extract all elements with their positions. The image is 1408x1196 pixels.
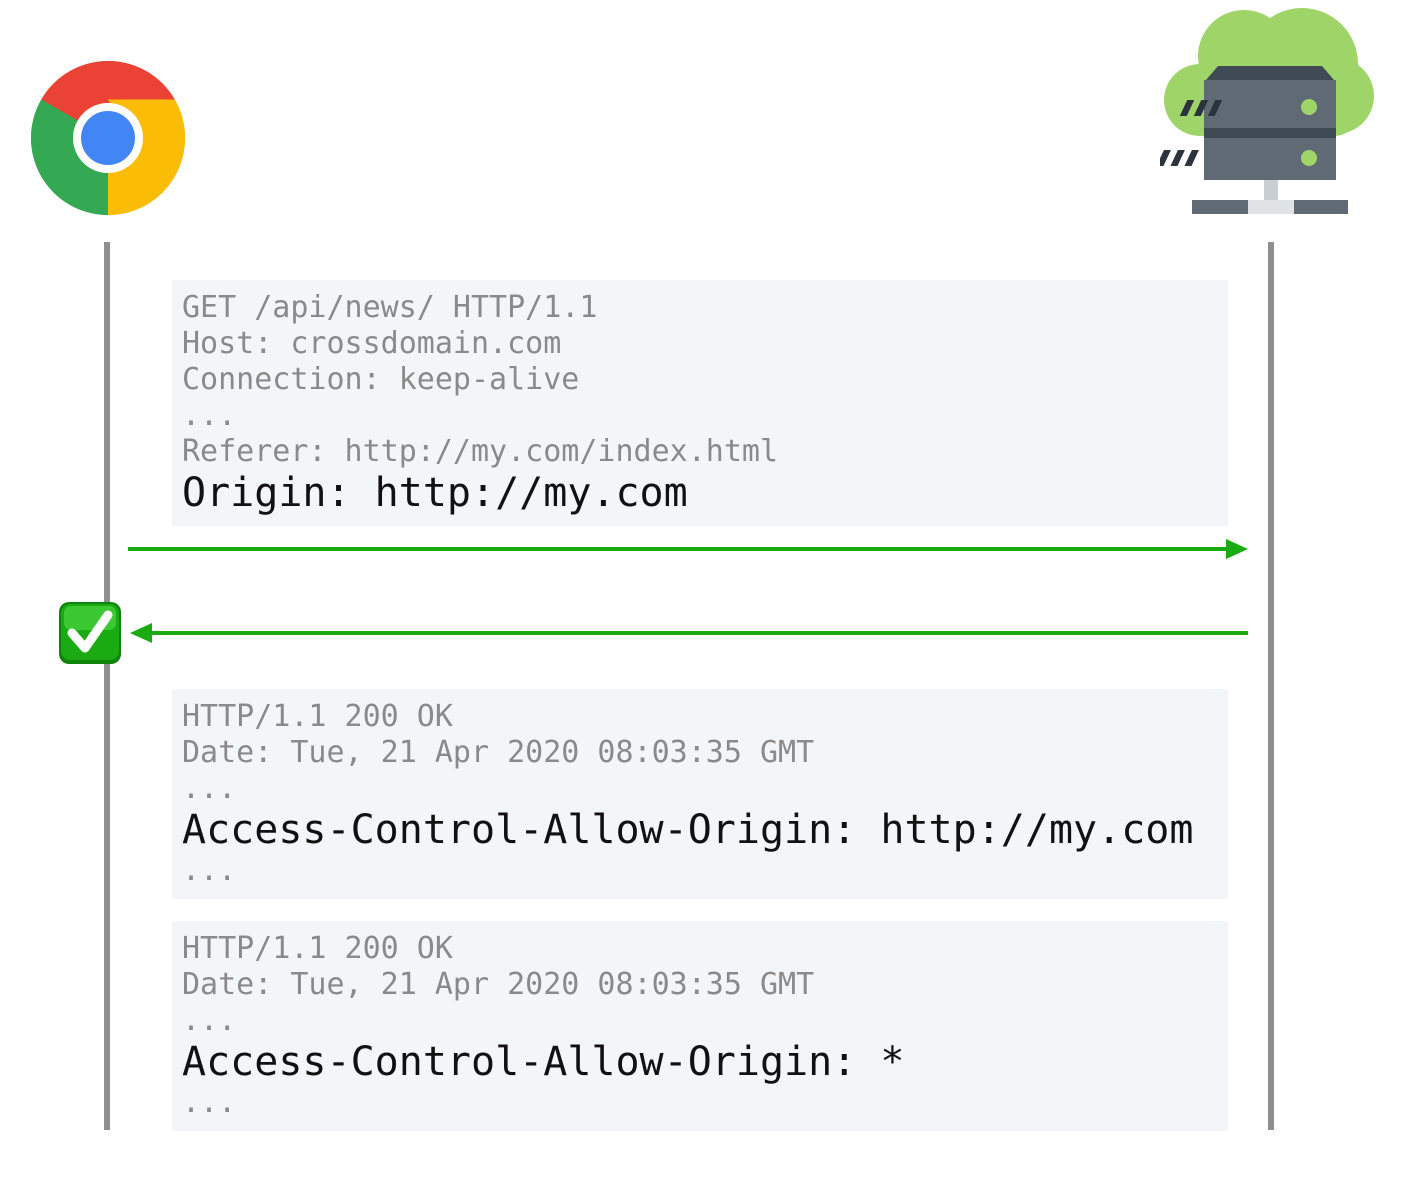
header-line: ... <box>182 1085 237 1120</box>
cloud-server-icon <box>1156 4 1378 216</box>
chrome-browser-icon <box>30 60 186 216</box>
key-header-line: Origin: http://my.com <box>182 470 688 516</box>
header-line: ... <box>182 398 237 433</box>
response-message-box-exact-origin: HTTP/1.1 200 OK Date: Tue, 21 Apr 2020 08… <box>172 689 1228 899</box>
header-line: Referer: http://my.com/index.html <box>182 434 779 469</box>
header-line: HTTP/1.1 200 OK <box>182 699 453 734</box>
response-message-box-wildcard-origin: HTTP/1.1 200 OK Date: Tue, 21 Apr 2020 08… <box>172 921 1228 1131</box>
header-line: ... <box>182 1003 237 1038</box>
key-header-line: Access-Control-Allow-Origin: http://my.c… <box>182 807 1194 853</box>
header-line: HTTP/1.1 200 OK <box>182 931 453 966</box>
server-lifeline <box>1268 242 1274 1130</box>
header-line: Host: crossdomain.com <box>182 326 562 361</box>
check-mark-icon <box>58 601 122 665</box>
header-line: Date: Tue, 21 Apr 2020 08:03:35 GMT <box>182 735 815 770</box>
request-message-box: GET /api/news/ HTTP/1.1 Host: crossdomain… <box>172 280 1228 526</box>
request-arrow <box>128 539 1248 559</box>
header-line: ... <box>182 853 237 888</box>
header-line: GET /api/news/ HTTP/1.1 <box>182 290 598 325</box>
key-header-line: Access-Control-Allow-Origin: * <box>182 1039 905 1085</box>
response-arrow <box>130 623 1248 643</box>
client-lifeline <box>104 242 110 1130</box>
header-line: Date: Tue, 21 Apr 2020 08:03:35 GMT <box>182 967 815 1002</box>
header-line: ... <box>182 771 237 806</box>
header-line: Connection: keep-alive <box>182 362 580 397</box>
